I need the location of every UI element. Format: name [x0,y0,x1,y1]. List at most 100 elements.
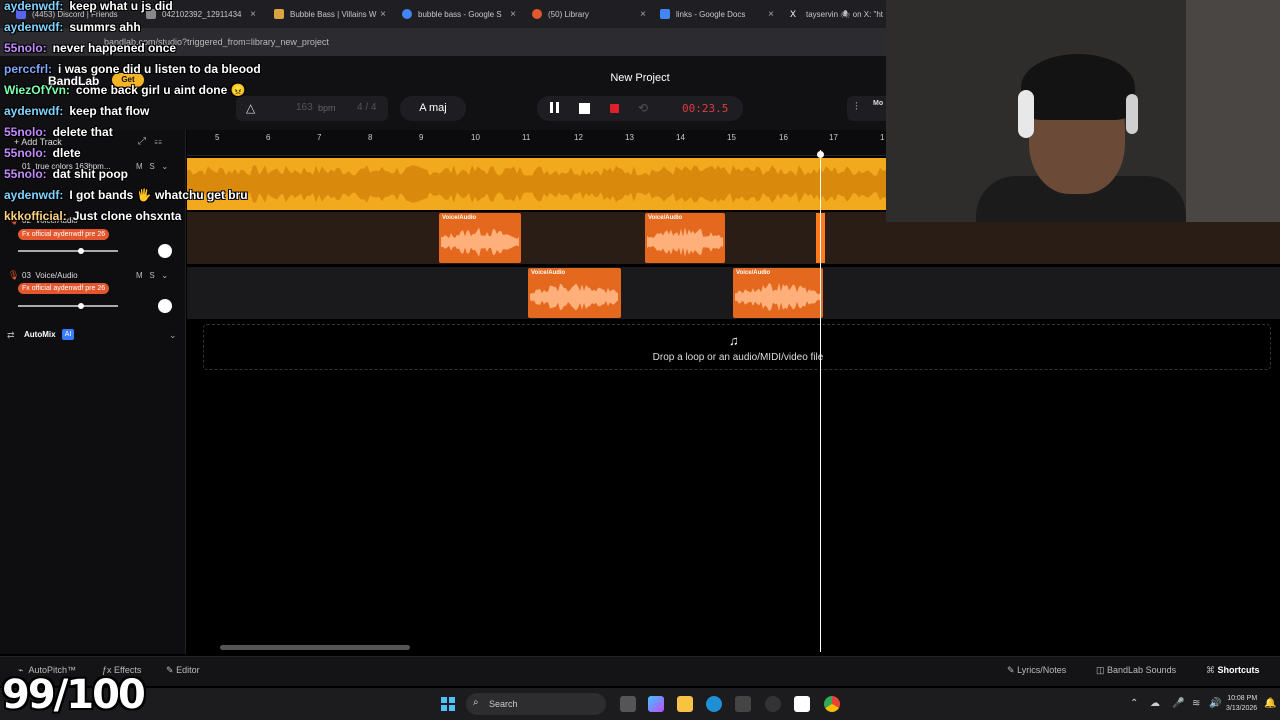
track-3-fx-tag[interactable]: Fx official aydenwdf pre 26 [18,283,110,294]
bar-number: 9 [419,133,424,142]
file-explorer-icon[interactable] [677,696,693,712]
playhead-handle[interactable] [817,151,824,158]
clip-waveform [647,227,723,257]
wand-icon[interactable]: ⤢ [138,136,146,147]
tab-x[interactable]: Xtayservin 🕷 on X: "ht [790,4,886,24]
taskbar-search[interactable] [466,693,606,715]
volume-icon[interactable]: 🔊 [1209,698,1221,709]
mixer-button[interactable]: ⫶ Mo [847,96,887,121]
bar-number: 10 [471,133,480,142]
tab-bubble-bass[interactable]: Bubble Bass | Villains W × [274,4,386,24]
close-icon[interactable]: × [250,9,256,20]
mixer-label: Mo [873,100,884,107]
chat-message: 55nolo: dlete [4,146,81,160]
time-display: 00:23.5 [682,102,729,115]
audio-clip[interactable]: Voice/Audio [645,213,725,263]
track-3-mute-solo[interactable]: M S ⌄ [136,271,168,280]
chat-message: 55nolo: delete that [4,125,113,139]
taskbar-clock[interactable]: 10:08 PM 3/13/2026 [1226,694,1257,714]
track-2-pan-knob[interactable] [158,244,172,258]
record-button[interactable] [610,104,619,113]
close-icon[interactable]: × [380,9,386,20]
tray-chevron-icon[interactable]: ⌃ [1130,698,1138,709]
clip-waveform [441,227,519,257]
lyrics-button[interactable]: ✎ Lyrics/Notes [1007,665,1066,676]
bar-number: 12 [574,133,583,142]
audio-clip[interactable]: Voice/Audio [439,213,521,263]
clip-label: Voice/Audio [442,215,477,221]
loop-icon[interactable]: ⟲ [638,101,648,115]
clip-label: Voice/Audio [648,215,683,221]
chrome-icon[interactable] [824,696,840,712]
headphones [1126,94,1138,134]
bar-number: 14 [676,133,685,142]
pencil-icon: ✎ [166,665,174,675]
windows-start-icon[interactable] [441,697,455,711]
tab-google-docs[interactable]: links - Google Docs × [660,4,774,24]
bandlab-sounds-button[interactable]: ◫ BandLab Sounds [1096,665,1176,676]
track-1-mute-solo[interactable]: M S ⌄ [136,162,168,171]
automix-label[interactable]: AutoMix [24,330,56,339]
store-icon[interactable] [735,696,751,712]
track-3-name[interactable]: 03 Voice/Audio [22,271,78,280]
tab-google-search[interactable]: bubble bass - Google S × [402,4,516,24]
wifi-icon[interactable]: ≋ [1192,698,1200,709]
docs-icon [660,9,670,19]
x-logo-icon: X [790,9,797,19]
bar-number: 5 [215,133,220,142]
tab-library[interactable]: (50) Library × [532,4,646,24]
mic-tray-icon[interactable]: 🎤 [1172,698,1184,709]
horizontal-scrollbar[interactable] [220,645,410,650]
close-icon[interactable]: × [768,9,774,20]
track-2-volume-handle[interactable] [78,248,84,254]
editor-button[interactable]: ✎ Editor [166,665,200,676]
audio-clip[interactable]: Voice/Audio [528,268,621,318]
chevron-down-icon[interactable]: ⌄ [169,330,177,341]
network-icon[interactable]: ☁ [1150,698,1160,709]
bpm-unit: bpm [318,103,336,113]
mic-icon: 🎙 [8,270,20,280]
chat-message: 55nolo: never happened once [4,41,177,55]
bar-number: 17 [829,133,838,142]
ai-badge: AI [62,329,74,340]
capcut-icon[interactable] [794,696,810,712]
chatgpt-icon[interactable] [765,696,781,712]
chevron-down-icon[interactable]: ⌄ [161,162,168,171]
chevron-down-icon[interactable]: ⌄ [161,271,168,280]
project-title[interactable]: New Project [560,72,720,84]
audio-clip[interactable]: Voice/Audio [733,268,823,318]
bar-number: 1 [880,133,885,142]
chat-message: aydenwdf: I got bands 🖐 whatchu get bru [4,188,248,202]
shortcuts-button[interactable]: ⌘ Shortcuts [1206,665,1260,676]
pause-button[interactable] [548,101,562,115]
track-3-volume-slider[interactable] [18,305,118,307]
key-button[interactable]: A maj [400,96,466,121]
notification-icon[interactable]: 🔔 [1264,698,1276,709]
task-view-icon[interactable] [620,696,636,712]
stop-button[interactable] [579,103,590,114]
edge-icon[interactable] [706,696,722,712]
time-signature[interactable]: 4 / 4 [357,102,376,113]
close-icon[interactable]: × [510,9,516,20]
bpm-value[interactable]: 163 [296,102,313,113]
bar-number: 15 [727,133,736,142]
copilot-icon[interactable] [648,696,664,712]
track-3-pan-knob[interactable] [158,299,172,313]
chat-message: aydenwdf: summrs ahh [4,20,141,34]
chat-message: aydenwdf: keep that flow [4,104,150,118]
bandlab-icon [532,9,542,19]
playhead[interactable] [820,150,821,652]
track-2-fx-tag[interactable]: Fx official aydenwdf pre 26 [18,229,110,240]
headphones [1018,90,1034,138]
track-2-volume-slider[interactable] [18,250,118,252]
panel-tools[interactable]: ⤢ ☷ [138,136,162,147]
track-3-volume-handle[interactable] [78,303,84,309]
windows-taskbar [0,688,1280,720]
settings-icon[interactable]: ☷ [154,136,162,147]
drop-zone-text: Drop a loop or an audio/MIDI/video file [652,352,824,363]
clip-waveform [735,282,821,312]
close-icon[interactable]: × [640,9,646,20]
bar-number: 8 [368,133,373,142]
google-icon [402,9,412,19]
metronome-icon[interactable]: △ [246,101,255,115]
